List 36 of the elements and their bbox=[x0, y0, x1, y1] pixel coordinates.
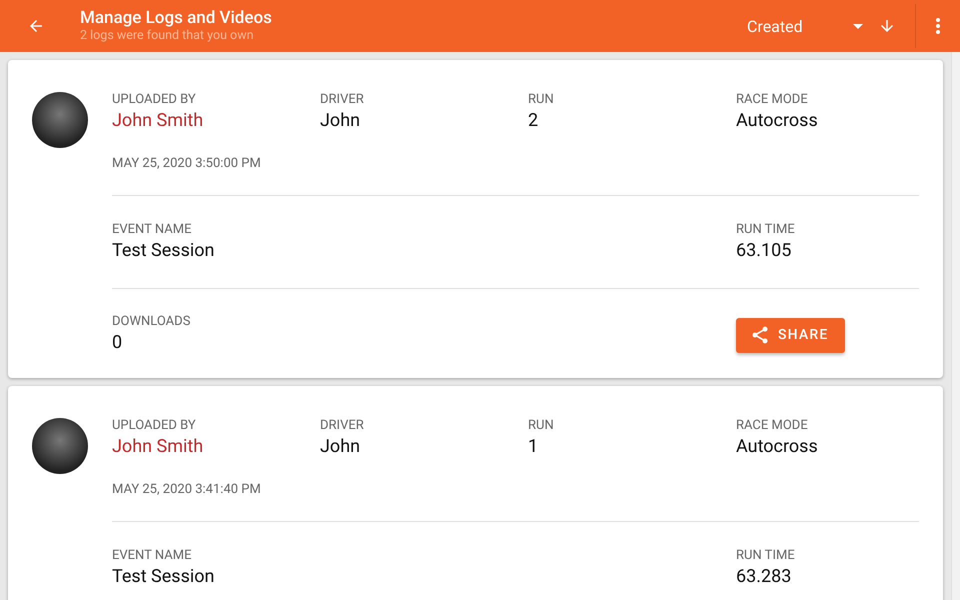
field-label: DOWNLOADS bbox=[112, 314, 192, 330]
sort-dropdown[interactable]: Created bbox=[731, 0, 863, 52]
field-value: Test Session bbox=[112, 565, 216, 589]
field-value: Test Session bbox=[112, 239, 216, 263]
field-label: UPLOADED BY bbox=[112, 418, 197, 434]
uploader-name: John Smith bbox=[112, 109, 204, 133]
field-label: RUN bbox=[528, 418, 555, 434]
field-value: 0 bbox=[112, 331, 124, 355]
field-label: RUN TIME bbox=[736, 222, 796, 238]
down-arrow-icon bbox=[878, 17, 896, 35]
field-value: 2 bbox=[528, 109, 540, 133]
more-vertical-icon bbox=[936, 18, 940, 34]
caret-icon bbox=[853, 24, 863, 28]
share-button[interactable]: SHARE bbox=[736, 318, 845, 352]
field-label: RACE MODE bbox=[736, 418, 809, 434]
field-label: RUN TIME bbox=[736, 548, 796, 564]
field-label: EVENT NAME bbox=[112, 548, 192, 564]
field-value: 1 bbox=[528, 435, 540, 459]
field-value: Autocross bbox=[736, 109, 819, 133]
share-icon bbox=[750, 325, 770, 345]
field-label: EVENT NAME bbox=[112, 222, 192, 238]
page-subtitle: 2 logs were found that you own bbox=[80, 28, 254, 44]
field-value: 63.105 bbox=[736, 239, 792, 263]
field-label: RUN bbox=[528, 92, 555, 108]
field-label: DRIVER bbox=[320, 92, 365, 108]
field-value: John bbox=[320, 435, 362, 459]
field-value: Autocross bbox=[736, 435, 819, 459]
uploader-name: John Smith bbox=[112, 435, 204, 459]
page-title: Manage Logs and Videos bbox=[80, 8, 273, 28]
field-label: UPLOADED BY bbox=[112, 92, 197, 108]
log-date: MAY 25, 2020 3:50:00 PM bbox=[112, 156, 262, 171]
field-label: DRIVER bbox=[320, 418, 365, 434]
field-value: John bbox=[320, 109, 362, 133]
log-date: MAY 25, 2020 3:41:40 PM bbox=[112, 482, 262, 497]
field-label: RACE MODE bbox=[736, 92, 809, 108]
field-value: 63.283 bbox=[736, 565, 792, 589]
